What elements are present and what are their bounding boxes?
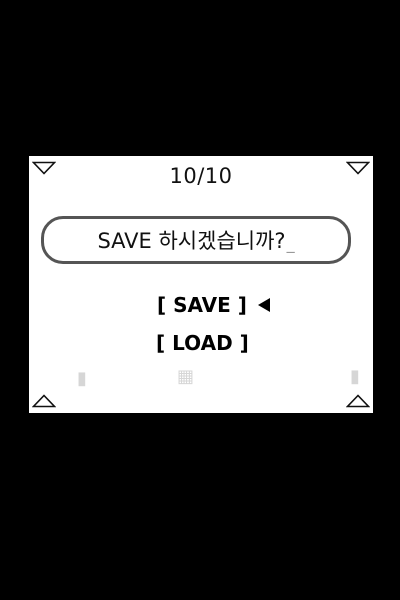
faint-background-artifacts: ▮ ▦ ▮	[29, 366, 373, 390]
selector-triangle-left-icon	[257, 297, 271, 313]
prompt-box: SAVE 하시겠습니까? _	[41, 216, 351, 264]
faint-mark: ▮	[77, 368, 87, 389]
save-menu-option[interactable]: [ SAVE ]	[157, 290, 247, 320]
corner-triangle-up-icon	[346, 394, 370, 408]
prompt-text: SAVE 하시겠습니까?	[97, 229, 286, 253]
faint-mark: ▮	[350, 366, 360, 387]
load-menu-option[interactable]: [ LOAD ]	[156, 328, 249, 358]
text-cursor: _	[286, 233, 295, 253]
faint-mark: ▦	[177, 366, 195, 387]
save-dialog-panel: 10/10 SAVE 하시겠습니까? _ [ SAVE ] [ LOAD ] ▮ …	[29, 156, 373, 413]
corner-triangle-up-icon	[32, 394, 56, 408]
game-screen: 10/10 SAVE 하시겠습니까? _ [ SAVE ] [ LOAD ] ▮ …	[0, 0, 400, 600]
page-counter: 10/10	[169, 164, 233, 188]
